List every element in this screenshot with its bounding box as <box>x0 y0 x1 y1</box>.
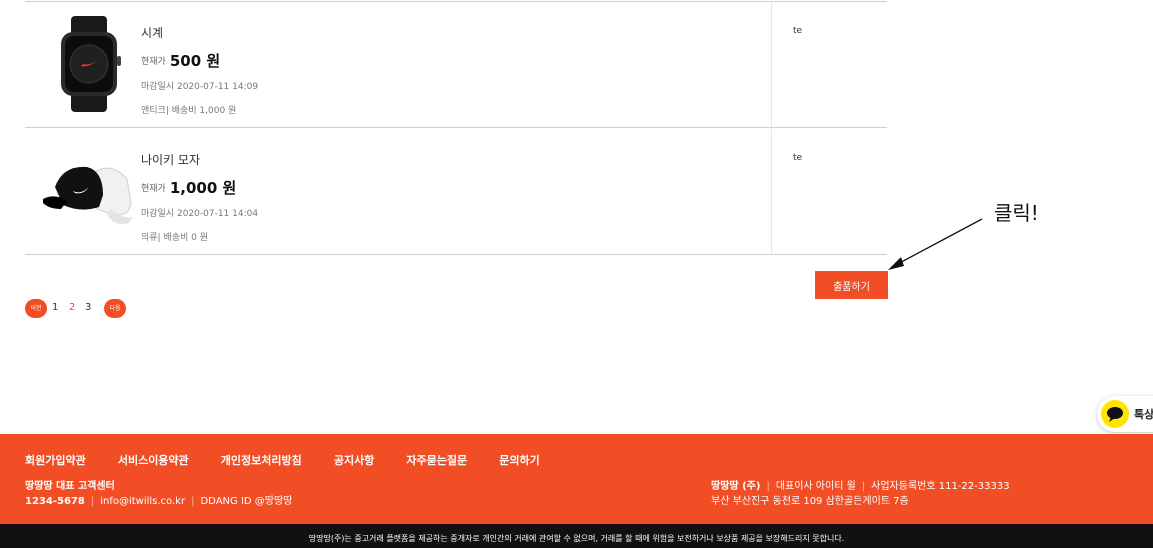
page-1-link[interactable]: 1 <box>52 302 58 313</box>
company-ceo: 대표이사 아이티 윌 <box>775 481 856 492</box>
cs-email: info@itwills.co.kr <box>100 496 186 507</box>
submit-item-button[interactable]: 출품하기 <box>815 271 888 299</box>
list-item[interactable]: 나이키 모자 현재가 1,000 원 마감일시 2020-07-11 14:04 … <box>25 129 887 255</box>
kakao-chat-button[interactable]: 톡상 <box>1097 396 1153 432</box>
footer-link-terms[interactable]: 회원가입약관 <box>25 454 86 467</box>
price-label: 현재가 <box>141 57 166 67</box>
smartwatch-image[interactable] <box>41 16 137 112</box>
footer-link-service[interactable]: 서비스이용약관 <box>118 454 189 467</box>
cs-phone: 1234-5678 <box>25 496 85 507</box>
cs-kakao-id: DDANG ID @땅땅땅 <box>200 496 293 507</box>
price-value: 500 원 <box>169 52 221 70</box>
price-value: 1,000 원 <box>169 179 237 197</box>
company-info: 땅땅땅 (주) | 대표이사 아이티 윌 | 사업자등록번호 111-22-33333 … <box>711 479 1010 509</box>
deadline: 마감일시 2020-07-11 14:09 <box>141 82 259 92</box>
price-row: 현재가 1,000 원 <box>141 177 236 198</box>
item-meta: 앤티크| 배송비 1,000 원 <box>141 106 237 116</box>
item-title[interactable]: 시계 <box>141 24 163 41</box>
cs-title: 땅땅땅 대표 고객센터 <box>25 481 115 492</box>
seller-name: te <box>793 26 803 36</box>
footer: 회원가입약관 서비스이용약관 개인정보처리방침 공지사항 자주묻는질문 문의하기… <box>0 434 1153 524</box>
separator: | <box>191 496 195 507</box>
page-3-link[interactable]: 3 <box>85 302 91 313</box>
item-meta: 의류| 배송비 0 원 <box>141 233 209 243</box>
disclaimer-bar: 땅땅땅(주)는 중고거래 플랫폼을 제공하는 중개자로 개인간의 거래에 관여할… <box>0 524 1153 548</box>
separator: | <box>766 481 770 492</box>
company-biz-no: 사업자등록번호 111-22-33333 <box>871 481 1010 492</box>
company-name: 땅땅땅 (주) <box>711 481 761 492</box>
divider <box>25 127 887 128</box>
kakao-chat-label: 톡상 <box>1134 408 1153 421</box>
price-label: 현재가 <box>141 184 166 194</box>
next-page-button[interactable]: 다음 <box>104 299 126 318</box>
cap-image[interactable] <box>41 143 137 239</box>
divider <box>771 2 772 128</box>
customer-center: 땅땅땅 대표 고객센터 1234-5678 | info@itwills.co.kr… <box>25 479 292 509</box>
deadline: 마감일시 2020-07-11 14:04 <box>141 209 259 219</box>
footer-links: 회원가입약관 서비스이용약관 개인정보처리방침 공지사항 자주묻는질문 문의하기 <box>25 449 567 468</box>
divider <box>771 129 772 255</box>
company-address: 부산 부산진구 동천로 109 삼한골든게이트 7층 <box>711 496 909 507</box>
footer-link-privacy[interactable]: 개인정보처리방침 <box>221 454 302 467</box>
separator: | <box>90 496 95 507</box>
separator: | <box>861 481 866 492</box>
annotation-arrow-icon <box>888 218 983 270</box>
footer-link-contact[interactable]: 문의하기 <box>499 454 539 467</box>
seller-name: te <box>793 153 803 163</box>
page-2-link[interactable]: 2 <box>69 302 75 313</box>
footer-link-notice[interactable]: 공지사항 <box>334 454 374 467</box>
footer-link-faq[interactable]: 자주묻는질문 <box>406 454 467 467</box>
chat-bubble-icon <box>1101 400 1129 428</box>
annotation-label: 클릭! <box>994 201 1039 225</box>
prev-page-button[interactable]: 이전 <box>25 299 47 318</box>
price-row: 현재가 500 원 <box>141 50 220 71</box>
item-title[interactable]: 나이키 모자 <box>141 151 200 168</box>
list-item[interactable]: 시계 현재가 500 원 마감일시 2020-07-11 14:09 앤티크| 배… <box>25 2 887 128</box>
divider <box>25 254 887 255</box>
